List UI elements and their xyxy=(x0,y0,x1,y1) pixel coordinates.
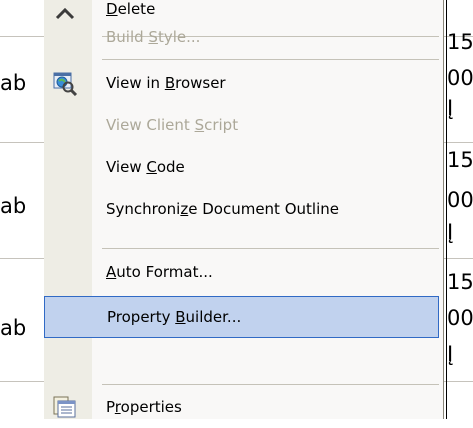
menu-separator xyxy=(102,59,439,60)
menu-item-view-in-browser[interactable]: View in Browser xyxy=(44,62,439,104)
menu-separator xyxy=(102,248,439,249)
menu-item-synchronize-document-outline[interactable]: Synchronize Document Outline xyxy=(44,188,439,230)
menu-item-label: Property Builder... xyxy=(107,308,242,326)
menu-item-label: Build Style... xyxy=(106,28,201,46)
menu-item-build-style[interactable]: Build Style... xyxy=(44,16,439,58)
menu-item-label: Properties xyxy=(106,398,182,416)
cell-text: 15 xyxy=(447,30,473,54)
context-menu: Delete Build Style... View in Browser Vi… xyxy=(44,0,444,419)
menu-item-label: View Code xyxy=(106,158,185,176)
menu-item-label: View in Browser xyxy=(106,74,226,92)
cell-text: 00 xyxy=(447,66,473,90)
menu-item-view-client-script[interactable]: View Client Script xyxy=(44,104,439,146)
cell-text: ab xyxy=(0,194,27,218)
properties-icon xyxy=(52,394,78,420)
cell-text: ab xyxy=(0,316,27,340)
menu-item-label: Auto Format... xyxy=(106,263,213,281)
cell-text: Į xyxy=(447,220,454,244)
cell-text: 00 xyxy=(447,306,473,330)
cell-text: 15 xyxy=(447,148,473,172)
view-in-browser-icon xyxy=(52,70,78,97)
menu-item-property-builder[interactable]: Property Builder... xyxy=(44,296,439,338)
cell-text: 15 xyxy=(447,270,473,294)
cell-text: Į xyxy=(447,96,454,120)
menu-item-view-code[interactable]: View Code xyxy=(44,146,439,188)
cell-text: Į xyxy=(447,342,454,366)
cell-text: ab xyxy=(0,71,27,95)
cell-text: 00 xyxy=(447,188,473,212)
menu-item-label: Synchronize Document Outline xyxy=(106,200,339,218)
menu-item-auto-format[interactable]: Auto Format... xyxy=(44,251,439,293)
menu-separator xyxy=(102,384,439,385)
menu-item-label: View Client Script xyxy=(106,116,239,134)
menu-item-properties[interactable]: Properties xyxy=(44,386,439,428)
